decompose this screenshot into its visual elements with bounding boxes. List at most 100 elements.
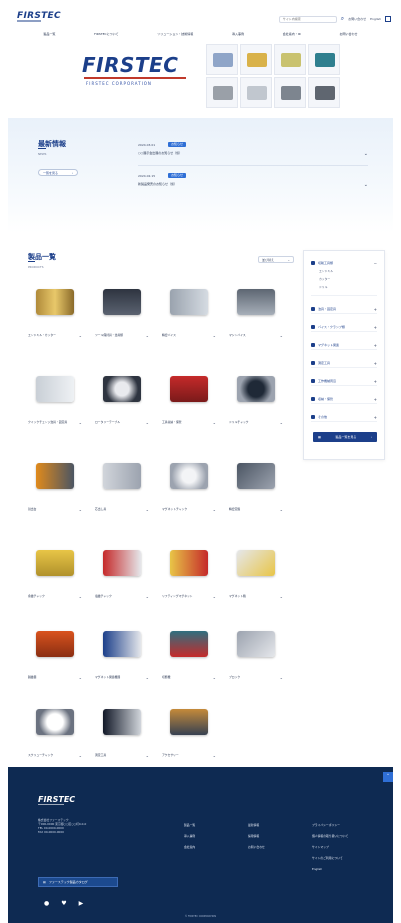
footer-link[interactable]: プライバシーポリシー	[312, 820, 348, 831]
category-icon	[311, 415, 315, 419]
back-to-top-button[interactable]: ˄	[383, 772, 393, 782]
minus-icon[interactable]: −	[374, 261, 377, 266]
sidebar-subcategory[interactable]: ドリル	[319, 285, 327, 289]
product-card[interactable]: 割出台 ⌄	[26, 450, 84, 516]
plus-icon[interactable]: +	[374, 379, 377, 384]
product-name: クイックチェンジ治具・固定具	[28, 420, 68, 424]
product-card[interactable]: 精密バイス ⌄	[160, 276, 218, 342]
footer-logo[interactable]: FIRSTEC	[38, 795, 75, 804]
footer-link[interactable]: サイトのご利用について	[312, 853, 348, 864]
chevron-down-icon: ⌄	[279, 594, 283, 599]
product-card[interactable]: リフティングマグネット ⌄	[160, 537, 218, 603]
plus-icon[interactable]: +	[374, 397, 377, 402]
product-card[interactable]: クイックチェンジ治具・固定具 ⌄	[26, 363, 84, 429]
sidebar-category[interactable]: マグネット関連 +	[311, 341, 377, 349]
product-name: ロータリーテーブル	[95, 420, 121, 424]
sidebar-subcategory[interactable]: エンドミル	[319, 269, 333, 273]
hero-product-image	[308, 44, 340, 75]
plus-icon[interactable]: +	[374, 307, 377, 312]
product-card[interactable]: ロータリーテーブル ⌄	[93, 363, 151, 429]
product-card[interactable]: マグネット箱 ⌄	[227, 537, 285, 603]
sidebar-category[interactable]: 測定工具 +	[311, 359, 377, 367]
product-card[interactable]: 工具収納・保管 ⌄	[160, 363, 218, 429]
plus-icon[interactable]: +	[374, 325, 377, 330]
facebook-icon[interactable]: ●	[44, 900, 49, 907]
hero-subtitle: FIRSTEC CORPORATION	[86, 81, 152, 86]
product-card[interactable]: 精密定盤 ⌄	[227, 450, 285, 516]
product-card[interactable]: 芯出し具 ⌄	[93, 450, 151, 516]
search-icon[interactable]: ⌕	[341, 15, 344, 23]
hero-product-image	[206, 44, 238, 75]
plus-icon[interactable]: +	[374, 415, 377, 420]
product-card[interactable]: マグネットチャック ⌄	[160, 450, 218, 516]
footer-link[interactable]: 製品一覧	[184, 820, 195, 831]
nav-solutions[interactable]: ソリューション・技術情報	[157, 32, 193, 36]
sidebar-category-label: バイス・クランプ類	[318, 325, 345, 329]
product-card[interactable]: 測定工具 ⌄	[93, 696, 151, 762]
news-item[interactable]: 2024.03.01 お知らせ ○○展示会出展のお知らせ（仮） ⌄	[138, 142, 368, 163]
all-products-button[interactable]: ▦ 製品一覧を見る ›	[313, 432, 377, 442]
youtube-icon[interactable]: ▶	[79, 900, 84, 907]
footer-link[interactable]: 会社案内	[184, 842, 195, 853]
product-image	[227, 363, 285, 415]
news-more-button[interactable]: 一覧を見る ›	[38, 169, 78, 176]
contact-link[interactable]: お問い合わせ	[348, 17, 366, 21]
hero-product-image	[240, 44, 272, 75]
nav-about[interactable]: FIRSTECについて	[94, 32, 118, 36]
sidebar-category[interactable]: その他 +	[311, 413, 377, 421]
product-card[interactable]: マシンバイス ⌄	[227, 276, 285, 342]
chevron-down-icon: ⌄	[145, 507, 149, 512]
sidebar-category[interactable]: 切削工具類 −	[311, 259, 377, 267]
footer-link[interactable]: English	[312, 864, 348, 875]
product-card[interactable]: 脱磁器 ⌄	[26, 618, 84, 684]
product-card[interactable]: ブロック ⌄	[227, 618, 285, 684]
product-image	[93, 696, 151, 748]
news-subtitle: NEWS	[38, 152, 47, 156]
product-card[interactable]: 切断機 ⌄	[160, 618, 218, 684]
product-card[interactable]: ツール保持具・治具類 ⌄	[93, 276, 151, 342]
product-card[interactable]: エンドミル・カッター ⌄	[26, 276, 84, 342]
products-title-rule	[28, 261, 35, 262]
sidebar-category[interactable]: バイス・クランプ類 +	[311, 323, 377, 331]
news-item[interactable]: 2024.02.15 お知らせ 新製品発売のお知らせ（仮） ⌄	[138, 173, 368, 194]
footer-link[interactable]: サイトマップ	[312, 842, 348, 853]
product-name: アクセサリー	[162, 753, 179, 757]
permanent-chuck-icon	[36, 550, 74, 576]
product-card[interactable]: マグネット関連機器 ⌄	[93, 618, 151, 684]
social-links: ● ♥ ▶	[44, 900, 83, 907]
product-card[interactable]: 電磁チャック ⌄	[93, 537, 151, 603]
nav-company[interactable]: 会社案内・IR	[283, 32, 301, 36]
catalog-button[interactable]: ▤ ファーステック製品カタログ	[38, 877, 118, 887]
product-image	[26, 363, 84, 415]
product-card[interactable]: アクセサリー ⌄	[160, 696, 218, 762]
category-icon	[311, 397, 315, 401]
sidebar-category[interactable]: 治具・固定具 +	[311, 305, 377, 313]
footer-link[interactable]: 最新情報	[248, 820, 265, 831]
sidebar-subcategory[interactable]: カッター	[319, 277, 330, 281]
chevron-down-icon: ⌄	[279, 675, 283, 680]
product-card[interactable]: スクリューチャック ⌄	[26, 696, 84, 762]
sidebar-category-label: その他	[318, 415, 328, 419]
precision-vise-icon	[170, 289, 208, 315]
footer-link[interactable]: お問い合わせ	[248, 842, 265, 853]
product-name: マシンバイス	[229, 333, 246, 337]
product-card[interactable]: 永磁チャック ⌄	[26, 537, 84, 603]
catalog-label: ファーステック製品カタログ	[48, 880, 88, 884]
footer-link[interactable]: 導入事例	[184, 831, 195, 842]
footer-link[interactable]: 個人情報の取り扱いについて	[312, 831, 348, 842]
footer-link[interactable]: 採用情報	[248, 831, 265, 842]
nav-cases[interactable]: 導入事例	[232, 32, 244, 36]
product-image	[26, 537, 84, 589]
plus-icon[interactable]: +	[374, 343, 377, 348]
twitter-icon[interactable]: ♥	[61, 900, 66, 907]
sidebar-category[interactable]: 工作機械周辺 +	[311, 377, 377, 385]
sidebar-category[interactable]: 収納・保管 +	[311, 395, 377, 403]
english-link[interactable]: English	[370, 17, 381, 21]
nav-products[interactable]: 製品一覧	[43, 32, 55, 36]
menu-icon[interactable]	[385, 16, 391, 22]
sort-select[interactable]: 並び替え ⌄	[258, 256, 294, 263]
plus-icon[interactable]: +	[374, 361, 377, 366]
nav-contact[interactable]: お問い合わせ	[340, 32, 358, 36]
product-card[interactable]: ドリルチャック ⌄	[227, 363, 285, 429]
search-input[interactable]	[278, 15, 337, 23]
